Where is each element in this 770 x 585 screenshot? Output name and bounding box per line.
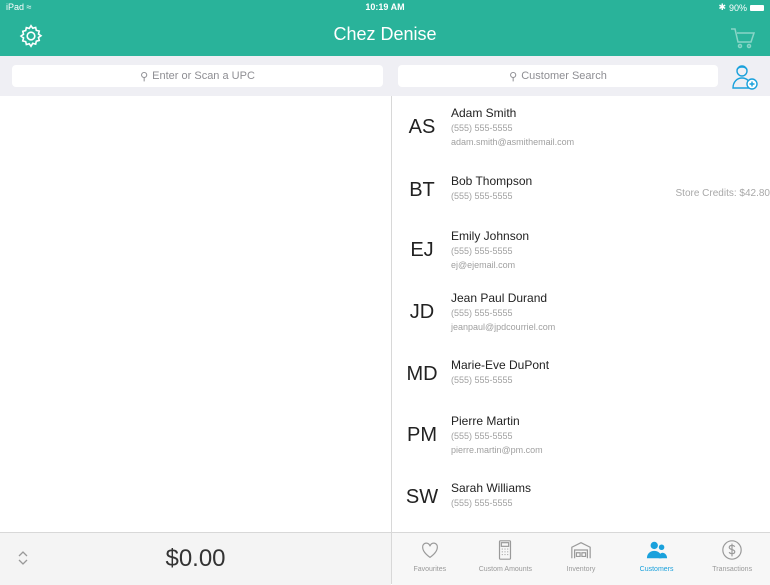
tab-transactions[interactable]: Transactions xyxy=(694,533,770,585)
tab-label: Transactions xyxy=(712,566,752,573)
tab-bar: Favourites Custom Amounts Inventory Cust… xyxy=(392,532,770,585)
cart-icon[interactable] xyxy=(730,27,756,49)
customer-phone: (555) 555-5555 xyxy=(451,375,513,385)
customer-initials: PM xyxy=(402,424,442,447)
add-customer-icon[interactable] xyxy=(730,62,760,92)
customer-list: AS Adam Smith (555) 555-5555 adam.smith@asm… xyxy=(392,96,770,527)
customer-initials: MD xyxy=(402,363,442,386)
customer-email: ej@ejemail.com xyxy=(451,260,515,270)
customer-initials: SW xyxy=(402,486,442,509)
customer-phone: (555) 555-5555 xyxy=(451,308,513,318)
warehouse-icon xyxy=(570,539,592,561)
customer-row[interactable]: JD Jean Paul Durand (555) 555-5555 jeanpaul… xyxy=(392,281,770,343)
customer-row[interactable]: AS Adam Smith (555) 555-5555 adam.smith@asm… xyxy=(392,96,770,158)
customer-initials: AS xyxy=(402,116,442,139)
customer-row[interactable]: MD Marie-Eve DuPont (555) 555-5555 xyxy=(392,342,770,404)
customer-phone: (555) 555-5555 xyxy=(451,498,513,508)
customer-email: adam.smith@asmithemail.com xyxy=(451,137,574,147)
upc-search-input[interactable]: ⚲ Enter or Scan a UPC xyxy=(12,65,383,87)
top-bar: iPad ≈ 10:19 AM ✱ 90% Chez Denise xyxy=(0,0,770,56)
customer-initials: EJ xyxy=(402,239,442,262)
tab-inventory[interactable]: Inventory xyxy=(543,533,619,585)
customer-row[interactable]: BT Bob Thompson (555) 555-5555 Store Credit… xyxy=(392,158,770,220)
store-credit: Store Credits: $42.80 xyxy=(676,188,770,199)
tab-label: Customers xyxy=(640,566,674,573)
customer-row[interactable]: EJ Emily Johnson (555) 555-5555 ej@ejemail.… xyxy=(392,219,770,281)
customer-name: Emily Johnson xyxy=(451,229,529,243)
search-icon: ⚲ xyxy=(509,70,517,83)
customer-name: Pierre Martin xyxy=(451,414,520,428)
customers-icon xyxy=(646,539,668,561)
search-icon: ⚲ xyxy=(140,70,148,83)
customer-initials: JD xyxy=(402,301,442,324)
customer-phone: (555) 555-5555 xyxy=(451,246,513,256)
tab-favourites[interactable]: Favourites xyxy=(392,533,468,585)
battery-percent: 90% xyxy=(729,3,747,13)
customer-name: Bob Thompson xyxy=(451,174,532,188)
search-row: ⚲ Enter or Scan a UPC ⚲ Customer Search xyxy=(0,56,770,96)
tab-custom-amounts[interactable]: Custom Amounts xyxy=(468,533,544,585)
customer-phone: (555) 555-5555 xyxy=(451,191,513,201)
customer-phone: (555) 555-5555 xyxy=(451,123,513,133)
customer-name: Adam Smith xyxy=(451,106,516,120)
customer-search-placeholder: Customer Search xyxy=(521,70,607,82)
sale-total-bar: $0.00 xyxy=(0,532,391,585)
customer-name: Marie-Eve DuPont xyxy=(451,358,549,372)
status-time: 10:19 AM xyxy=(0,2,770,12)
tab-customers[interactable]: Customers xyxy=(619,533,695,585)
tab-label: Inventory xyxy=(567,566,596,573)
status-battery: ✱ 90% xyxy=(718,2,764,13)
battery-icon xyxy=(750,5,764,11)
customer-name: Jean Paul Durand xyxy=(451,291,547,305)
bluetooth-icon: ✱ xyxy=(718,2,726,13)
customer-initials: BT xyxy=(402,179,442,202)
calculator-icon xyxy=(494,539,516,561)
customer-email: pierre.martin@pm.com xyxy=(451,445,543,455)
customer-row[interactable]: SW Sarah Williams (555) 555-5555 xyxy=(392,465,770,527)
heart-icon xyxy=(419,539,441,561)
page-title: Chez Denise xyxy=(0,24,770,45)
tab-label: Custom Amounts xyxy=(479,566,532,573)
customer-row[interactable]: PM Pierre Martin (555) 555-5555 pierre.mart… xyxy=(392,404,770,466)
customer-name: Sarah Williams xyxy=(451,481,531,495)
dollar-icon xyxy=(721,539,743,561)
sale-total: $0.00 xyxy=(0,545,391,573)
customer-search-input[interactable]: ⚲ Customer Search xyxy=(398,65,718,87)
tab-label: Favourites xyxy=(413,566,446,573)
customer-email: jeanpaul@jpdcourriel.com xyxy=(451,322,555,332)
upc-placeholder: Enter or Scan a UPC xyxy=(152,70,255,82)
customer-phone: (555) 555-5555 xyxy=(451,431,513,441)
